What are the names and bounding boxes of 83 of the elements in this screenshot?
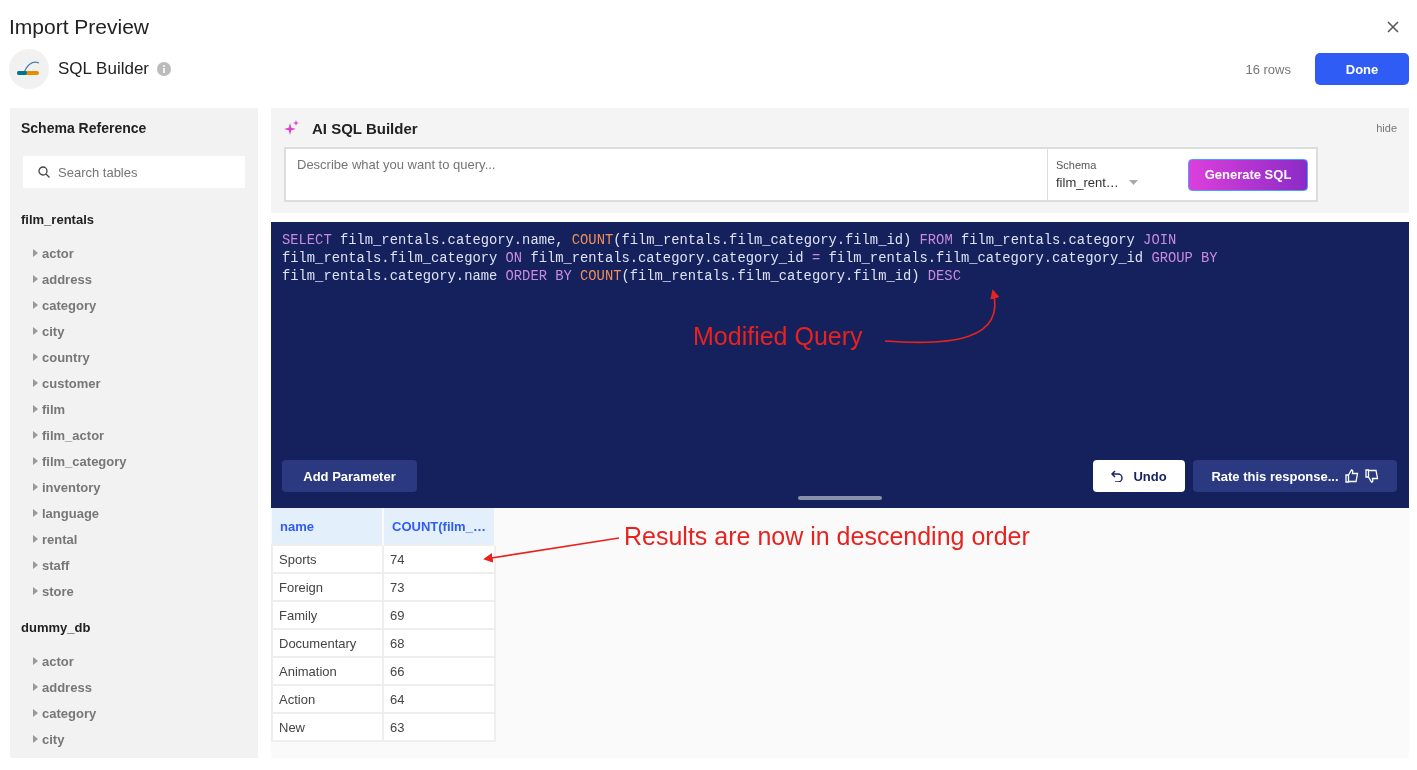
table-cell: 64: [383, 685, 495, 713]
annotation-text: Results are now in descending order: [624, 522, 1030, 551]
undo-icon: [1111, 470, 1124, 482]
table-name[interactable]: country: [42, 349, 90, 365]
table-cell: Family: [272, 601, 383, 629]
table-name[interactable]: film: [42, 401, 66, 417]
thumbs-down-icon[interactable]: [1364, 469, 1379, 483]
table-name[interactable]: inventory: [42, 479, 101, 495]
expand-icon[interactable]: [33, 327, 38, 335]
table-cell: 63: [383, 713, 495, 741]
hide-link[interactable]: hide: [1376, 122, 1397, 134]
expand-icon[interactable]: [33, 561, 38, 569]
search-icon: [38, 166, 50, 178]
table-name[interactable]: category: [42, 705, 97, 721]
expand-icon[interactable]: [33, 249, 38, 257]
expand-icon[interactable]: [33, 587, 38, 595]
table-name[interactable]: language: [42, 505, 100, 521]
expand-icon[interactable]: [33, 353, 38, 361]
table-cell: 66: [383, 657, 495, 685]
table-name[interactable]: category: [42, 297, 97, 313]
table-name[interactable]: city: [42, 731, 65, 747]
table-cell: 69: [383, 601, 495, 629]
table-name[interactable]: film_category: [42, 453, 127, 469]
column-header[interactable]: COUNT(film_…: [383, 508, 495, 545]
expand-icon[interactable]: [33, 457, 38, 465]
table-cell: 68: [383, 629, 495, 657]
expand-icon[interactable]: [33, 431, 38, 439]
table-cell: 73: [383, 573, 495, 601]
thumbs-up-icon[interactable]: [1344, 469, 1359, 483]
table-cell: Animation: [272, 657, 383, 685]
resize-handle[interactable]: [798, 496, 882, 500]
expand-icon[interactable]: [33, 683, 38, 691]
table-cell: Sports: [272, 545, 383, 573]
table-cell: Documentary: [272, 629, 383, 657]
table-name[interactable]: staff: [42, 557, 70, 573]
expand-icon[interactable]: [33, 735, 38, 743]
sql-code: SELECT film_rentals.category.name, COUNT(film_rentals.film_category.film_id) FROM film_rentals.category JOIN film_rentals.film_category ON film_rentals.category.category_id = film_rentals.film_category.category_id GROUP BY film_rentals.category.name ORDER BY COUNT(film_rentals.film_category.film_id) DESC: [282, 232, 1219, 286]
table-name[interactable]: store: [42, 583, 74, 599]
caret-icon[interactable]: [1128, 180, 1138, 185]
search-input[interactable]: Search tables: [56, 163, 230, 181]
expand-icon[interactable]: [33, 657, 38, 665]
sidebar-title: Schema Reference: [21, 120, 148, 136]
schema-dropdown[interactable]: Schema film_rent…: [1048, 159, 1184, 190]
table-name[interactable]: city: [42, 323, 65, 339]
done-button[interactable]: Done: [1315, 53, 1409, 85]
table-name[interactable]: customer: [42, 375, 101, 391]
ai-builder-title: AI SQL Builder: [312, 119, 418, 137]
info-icon[interactable]: [157, 62, 172, 76]
query-box[interactable]: Describe what you want to query... Schema film_rent… Generate SQL: [284, 147, 1318, 202]
table-name[interactable]: film_actor: [42, 427, 105, 443]
add-parameter-button[interactable]: Add Parameter: [282, 460, 417, 492]
annotation-text: Modified Query: [693, 322, 863, 351]
expand-icon[interactable]: [33, 509, 38, 517]
source-title: SQL Builder: [58, 59, 150, 79]
database-logo-icon: [9, 49, 49, 89]
table-cell: New: [272, 713, 383, 741]
close-icon[interactable]: [1386, 20, 1400, 34]
table-cell: 74: [383, 545, 495, 573]
expand-icon[interactable]: [33, 483, 38, 491]
schema-name[interactable]: dummy_db: [21, 620, 258, 635]
table-cell: Foreign: [272, 573, 383, 601]
column-header[interactable]: name: [272, 508, 383, 545]
expand-icon[interactable]: [33, 379, 38, 387]
search-field[interactable]: Search tables: [23, 156, 245, 188]
rate-button[interactable]: Rate this response...: [1193, 460, 1397, 492]
table-name[interactable]: address: [42, 271, 92, 287]
expand-icon[interactable]: [33, 405, 38, 413]
expand-icon[interactable]: [33, 535, 38, 543]
expand-icon[interactable]: [33, 709, 38, 717]
table-cell: Action: [272, 685, 383, 713]
table-name[interactable]: address: [42, 679, 92, 695]
row-count: 16 rows: [1245, 61, 1291, 77]
expand-icon[interactable]: [33, 301, 38, 309]
sparkle-icon: [284, 120, 300, 136]
window-title: Import Preview: [9, 15, 150, 39]
table-name[interactable]: actor: [42, 653, 74, 669]
schema-name[interactable]: film_rentals: [21, 212, 258, 227]
undo-button[interactable]: Undo: [1093, 460, 1185, 492]
table-name[interactable]: rental: [42, 531, 78, 547]
generate-sql-button[interactable]: Generate SQL: [1188, 158, 1308, 191]
expand-icon[interactable]: [33, 275, 38, 283]
table-name[interactable]: actor: [42, 245, 74, 261]
sql-editor[interactable]: [271, 222, 1409, 508]
